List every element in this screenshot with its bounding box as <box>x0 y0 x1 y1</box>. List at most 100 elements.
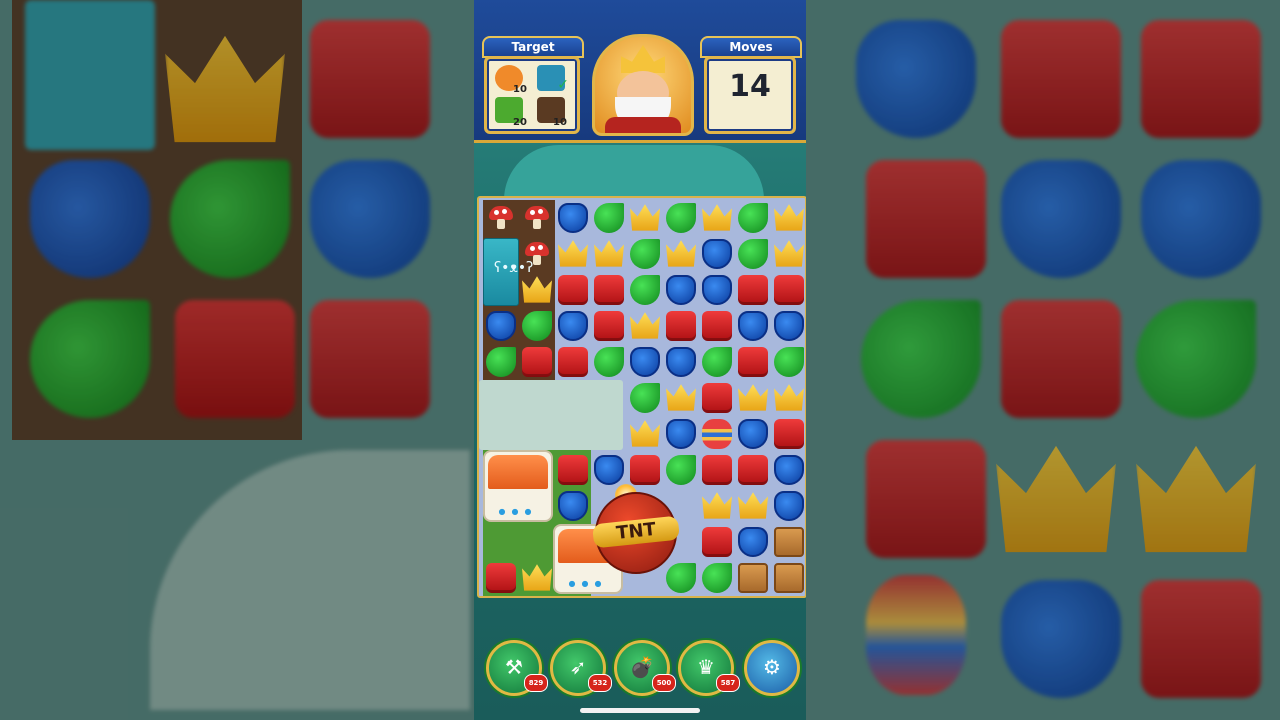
board-cell[interactable] <box>735 488 771 524</box>
board-cell[interactable] <box>483 524 519 560</box>
game-board[interactable]: ʕ•ᴥ•ʔ ●●● ●●● TNT <box>477 196 806 598</box>
blue-gem <box>486 311 516 341</box>
gold-crown-gem <box>774 384 804 411</box>
board-cell[interactable] <box>483 344 519 380</box>
board-cell[interactable] <box>735 560 771 596</box>
board-cell[interactable] <box>735 416 771 452</box>
red-gem <box>522 347 552 377</box>
board-cell[interactable] <box>771 272 806 308</box>
board-cell[interactable] <box>519 344 555 380</box>
blue-gem <box>702 275 732 305</box>
teddy-bear-box[interactable]: ʕ•ᴥ•ʔ <box>483 238 533 306</box>
board-cell[interactable] <box>735 452 771 488</box>
board-cell[interactable] <box>771 200 806 236</box>
gold-crown-gem <box>702 492 732 519</box>
board-cell[interactable] <box>663 308 699 344</box>
board-cell[interactable] <box>519 200 555 236</box>
board-cell[interactable] <box>663 272 699 308</box>
board-cell[interactable] <box>699 416 735 452</box>
board-cell[interactable] <box>591 308 627 344</box>
board-cell[interactable] <box>555 488 591 524</box>
treasure-chest-1[interactable]: ●●● <box>483 450 553 522</box>
board-cell[interactable] <box>699 200 735 236</box>
board-cell[interactable] <box>591 236 627 272</box>
board-cell[interactable] <box>699 236 735 272</box>
board-cell[interactable] <box>591 200 627 236</box>
board-cell[interactable] <box>771 452 806 488</box>
board-cell[interactable] <box>519 272 555 308</box>
board-cell[interactable] <box>663 560 699 596</box>
board-cell[interactable] <box>771 524 806 560</box>
board-cell[interactable] <box>555 452 591 488</box>
green-leaf-gem <box>702 347 732 377</box>
board-cell[interactable] <box>627 416 663 452</box>
board-cell[interactable] <box>555 200 591 236</box>
blue-gem <box>666 275 696 305</box>
board-cell[interactable] <box>663 380 699 416</box>
board-cell[interactable] <box>699 344 735 380</box>
board-cell[interactable] <box>735 380 771 416</box>
board-cell[interactable] <box>735 236 771 272</box>
board-cell[interactable] <box>735 200 771 236</box>
target-panel: 10 ✓ 20 10 <box>484 56 580 134</box>
board-cell[interactable] <box>555 344 591 380</box>
board-cell[interactable] <box>699 380 735 416</box>
board-cell[interactable] <box>771 236 806 272</box>
gold-crown-gem <box>666 240 696 267</box>
board-cell[interactable] <box>627 236 663 272</box>
board-cell[interactable] <box>663 344 699 380</box>
blue-gem <box>558 311 588 341</box>
settings-button[interactable]: ⚙ <box>744 640 800 696</box>
board-cell[interactable] <box>699 308 735 344</box>
tnt-bomb[interactable]: TNT <box>591 492 681 574</box>
board-cell[interactable] <box>627 452 663 488</box>
board-cell[interactable] <box>555 236 591 272</box>
board-cell[interactable] <box>591 344 627 380</box>
board-cell[interactable] <box>735 308 771 344</box>
board-cell[interactable] <box>699 488 735 524</box>
board-cell[interactable] <box>699 272 735 308</box>
green-leaf-gem <box>630 275 660 305</box>
board-cell[interactable] <box>627 272 663 308</box>
book-check-icon: ✓ <box>537 65 569 93</box>
red-gem <box>558 275 588 305</box>
green-leaf-gem <box>666 203 696 233</box>
board-cell[interactable] <box>483 200 519 236</box>
board-cell[interactable] <box>663 200 699 236</box>
home-indicator[interactable] <box>580 708 700 713</box>
board-cell[interactable] <box>519 308 555 344</box>
board-cell[interactable] <box>627 308 663 344</box>
board-cell[interactable] <box>771 308 806 344</box>
right-background <box>806 0 1280 720</box>
board-cell[interactable] <box>771 560 806 596</box>
red-gem <box>738 455 768 485</box>
board-cell[interactable] <box>699 524 735 560</box>
board-cell[interactable] <box>771 344 806 380</box>
board-cell[interactable] <box>771 416 806 452</box>
board-cell[interactable] <box>663 416 699 452</box>
board-cell[interactable] <box>663 236 699 272</box>
target-count-teddy: 10 <box>513 84 527 95</box>
board-cell[interactable] <box>483 560 519 596</box>
board-cell[interactable] <box>483 308 519 344</box>
board-cell[interactable] <box>591 452 627 488</box>
board-cell[interactable] <box>735 524 771 560</box>
board-cell[interactable] <box>627 344 663 380</box>
board-cell[interactable] <box>735 344 771 380</box>
green-leaf-gem <box>594 203 624 233</box>
teddy-bear-icon: ʕ•ᴥ•ʔ <box>494 260 534 276</box>
board-cell[interactable] <box>555 308 591 344</box>
board-cell[interactable] <box>699 452 735 488</box>
board-cell[interactable] <box>699 560 735 596</box>
board-cell[interactable] <box>663 452 699 488</box>
board-cell[interactable] <box>627 380 663 416</box>
board-cell[interactable] <box>735 272 771 308</box>
board-cell[interactable] <box>519 524 555 560</box>
blue-gem <box>774 311 804 341</box>
board-cell[interactable] <box>591 272 627 308</box>
board-cell[interactable] <box>555 272 591 308</box>
board-cell[interactable] <box>771 380 806 416</box>
board-cell[interactable] <box>627 200 663 236</box>
board-cell[interactable] <box>519 560 555 596</box>
board-cell[interactable] <box>771 488 806 524</box>
